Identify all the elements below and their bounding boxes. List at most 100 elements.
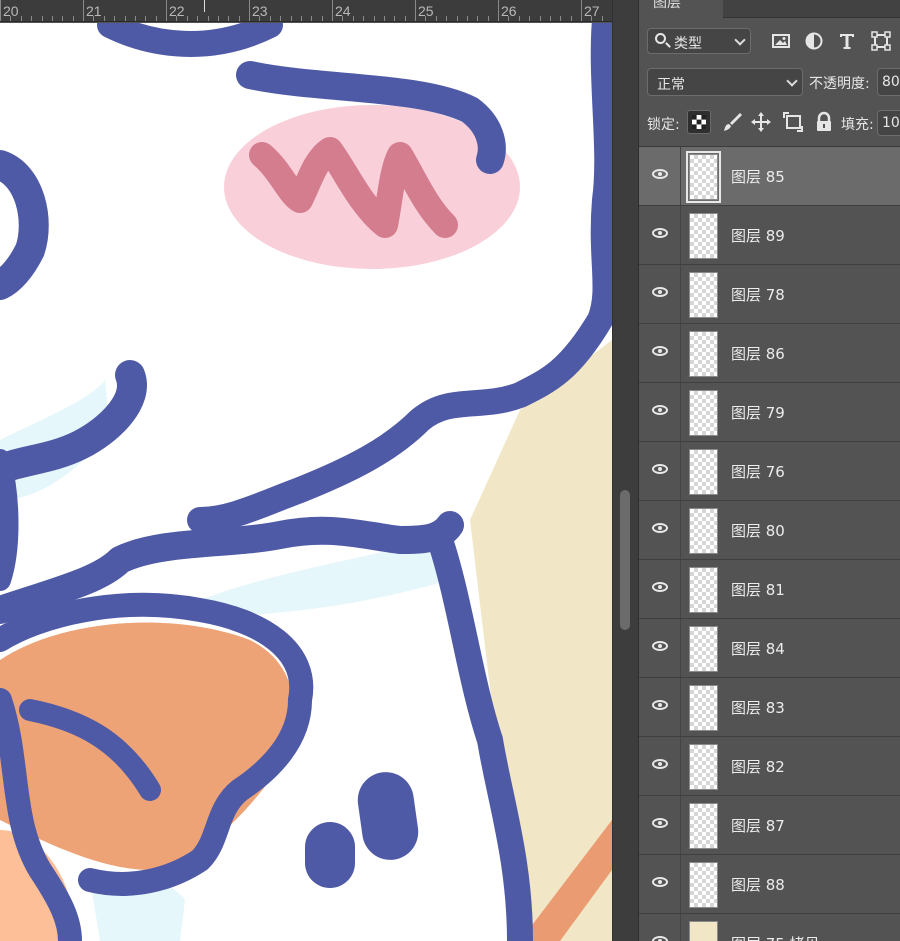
ruler-major-tick: [332, 0, 333, 21]
layer-thumbnail[interactable]: [689, 685, 718, 731]
lock-artboard-icon[interactable]: [781, 110, 805, 134]
layer-name[interactable]: 图层 87: [731, 815, 785, 836]
layer-name[interactable]: 图层 76: [731, 461, 785, 482]
canvas-vertical-scrollbar[interactable]: [612, 0, 638, 941]
ruler-minor-tick: [549, 16, 551, 21]
eye-icon: [652, 346, 668, 356]
scrollbar-thumb[interactable]: [620, 490, 630, 630]
layer-row[interactable]: 图层 84: [639, 619, 900, 678]
layer-row[interactable]: 图层 87: [639, 796, 900, 855]
ruler-minor-tick: [238, 16, 240, 21]
layer-name[interactable]: 图层 80: [731, 520, 785, 541]
layer-name[interactable]: 图层 86: [731, 343, 785, 364]
visibility-toggle[interactable]: [639, 796, 681, 854]
visibility-toggle[interactable]: [639, 265, 681, 323]
eye-icon: [652, 523, 668, 533]
layer-row[interactable]: 图层 78: [639, 265, 900, 324]
layer-name[interactable]: 图层 78: [731, 284, 785, 305]
chevron-down-icon: [786, 75, 798, 87]
layer-thumbnail[interactable]: [689, 567, 718, 613]
layer-name[interactable]: 图层 88: [731, 874, 785, 895]
ruler-minor-tick: [10, 16, 12, 21]
image-filter-icon[interactable]: [771, 31, 791, 51]
layer-name[interactable]: 图层 84: [731, 638, 785, 659]
layer-row[interactable]: 图层 86: [639, 324, 900, 383]
ruler-minor-tick: [383, 16, 385, 21]
layer-thumbnail[interactable]: [689, 508, 718, 554]
tab-layers-label: 图层: [653, 0, 681, 11]
layer-thumbnail[interactable]: [686, 151, 721, 203]
lock-transparent-pixels-icon[interactable]: [687, 110, 711, 134]
ruler-major-tick: [581, 0, 582, 21]
layer-row[interactable]: 图层 75 拷贝: [639, 914, 900, 941]
visibility-toggle[interactable]: [639, 914, 681, 941]
layer-thumbnail[interactable]: [689, 331, 718, 377]
eye-icon: [652, 700, 668, 710]
layer-name[interactable]: 图层 89: [731, 225, 785, 246]
layer-name[interactable]: 图层 75 拷贝: [731, 933, 820, 941]
visibility-toggle[interactable]: [639, 560, 681, 618]
blend-mode-select[interactable]: 正常: [647, 68, 803, 96]
layer-name[interactable]: 图层 79: [731, 402, 785, 423]
layer-thumbnail[interactable]: [689, 921, 718, 941]
layer-row[interactable]: 图层 83: [639, 678, 900, 737]
ruler-minor-tick: [20, 16, 22, 21]
visibility-toggle[interactable]: [639, 206, 681, 264]
layer-name[interactable]: 图层 83: [731, 697, 785, 718]
layer-thumbnail[interactable]: [689, 272, 718, 318]
layers-list[interactable]: 图层 85 图层 89 图层 78 图层 86 图层 79 图层 76 图层 80 图层 81…: [639, 146, 900, 941]
visibility-toggle[interactable]: [639, 383, 681, 441]
lock-position-icon[interactable]: [749, 110, 773, 134]
shape-filter-icon[interactable]: [871, 31, 891, 51]
visibility-toggle[interactable]: [639, 324, 681, 382]
layer-name[interactable]: 图层 81: [731, 579, 785, 600]
fill-input[interactable]: 100: [877, 110, 900, 136]
ruler-minor-tick: [176, 16, 178, 21]
ruler-minor-tick: [207, 16, 209, 21]
ruler-minor-tick: [269, 16, 271, 21]
visibility-toggle[interactable]: [639, 737, 681, 795]
layer-thumbnail[interactable]: [689, 449, 718, 495]
layer-filter-select[interactable]: 类型: [647, 28, 751, 54]
ruler-cursor-marker: [204, 0, 205, 12]
layer-thumbnail[interactable]: [689, 626, 718, 672]
photoshop-window: 20 21 22 23 24 25 26 27 图层 类型 正常 不透明度: 8…: [0, 0, 900, 941]
search-icon: [655, 33, 666, 44]
layer-row[interactable]: 图层 79: [639, 383, 900, 442]
ruler-minor-tick: [456, 16, 458, 21]
layer-row[interactable]: 图层 81: [639, 560, 900, 619]
type-filter-icon[interactable]: [837, 31, 857, 51]
document-canvas[interactable]: [0, 23, 612, 941]
layer-row[interactable]: 图层 89: [639, 206, 900, 265]
eye-icon: [652, 287, 668, 297]
visibility-toggle[interactable]: [639, 501, 681, 559]
layer-row[interactable]: 图层 76: [639, 442, 900, 501]
layer-name[interactable]: 图层 82: [731, 756, 785, 777]
outline-top-arc: [97, 23, 283, 57]
tab-layers[interactable]: 图层: [639, 0, 723, 18]
layer-row[interactable]: 图层 82: [639, 737, 900, 796]
horizontal-ruler[interactable]: 20 21 22 23 24 25 26 27: [0, 0, 655, 22]
blue-dash-1: [305, 822, 355, 888]
lock-image-pixels-icon[interactable]: [721, 110, 745, 134]
visibility-toggle[interactable]: [639, 619, 681, 677]
opacity-input[interactable]: 80: [877, 68, 900, 96]
lock-all-icon[interactable]: [812, 110, 836, 134]
layer-thumbnail[interactable]: [689, 390, 718, 436]
layers-panel: 图层 类型 正常 不透明度: 80 锁定: 填充: 10 图层 85 图层 89…: [638, 0, 900, 941]
visibility-toggle[interactable]: [639, 147, 681, 205]
layer-thumbnail[interactable]: [689, 803, 718, 849]
adjustment-filter-icon[interactable]: [804, 31, 824, 51]
visibility-toggle[interactable]: [639, 855, 681, 913]
layer-thumbnail[interactable]: [689, 744, 718, 790]
layer-row[interactable]: 图层 88: [639, 855, 900, 914]
layer-name[interactable]: 图层 85: [731, 166, 785, 187]
visibility-toggle[interactable]: [639, 678, 681, 736]
visibility-toggle[interactable]: [639, 442, 681, 500]
layer-thumbnail[interactable]: [689, 862, 718, 908]
ruler-minor-tick: [155, 16, 157, 21]
layer-thumbnail[interactable]: [689, 213, 718, 259]
ruler-major-tick: [249, 0, 250, 21]
layer-row[interactable]: 图层 80: [639, 501, 900, 560]
layer-row[interactable]: 图层 85: [639, 147, 900, 206]
